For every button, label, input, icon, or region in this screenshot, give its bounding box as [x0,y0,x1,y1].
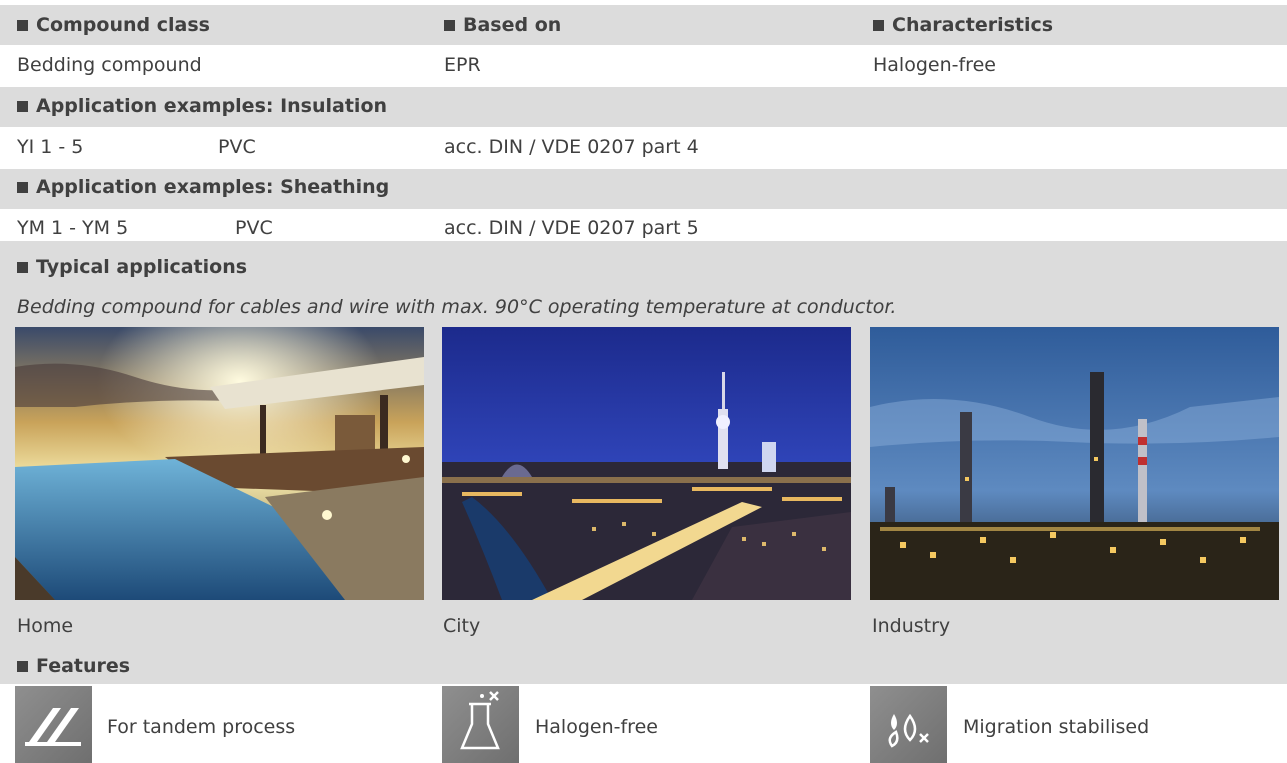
features-label: Features [36,655,131,677]
photo-caption-home: Home [17,615,74,637]
insulation-label-suffix: : Insulation [265,95,388,117]
bullet-square-icon [17,19,28,31]
photo-caption-industry: Industry [872,615,951,637]
typical-applications-description: Bedding compound for cables and wire wit… [17,296,897,318]
characteristics-header: Characteristics [873,14,1053,36]
compound-class-header: Compound class [17,14,210,36]
typical-applications-label: Typical applications [36,256,248,278]
bullet-square-icon [444,19,455,31]
sheathing-type: YM 1 - YM 5 [17,217,129,239]
typical-applications-header: Typical applications [17,256,247,278]
based-on-label: Based on [463,14,562,36]
insulation-header: Application examples: Insulation [17,95,387,117]
bullet-square-icon [17,660,28,672]
migration-drops-icon [870,686,947,763]
tandem-process-icon [15,686,92,763]
insulation-standard: acc. DIN / VDE 0207 part 4 [444,136,699,158]
halogen-free-flask-icon [442,686,519,763]
features-header: Features [17,655,130,677]
shaded-band-features [0,648,1287,684]
feature-label-halogen-free: Halogen-free [535,716,658,738]
compound-class-label: Compound class [36,14,210,36]
insulation-label-prefix: Application examples [36,95,266,117]
sheathing-header: Application examples: Sheathing [17,176,389,198]
characteristics-value: Halogen-free [873,54,996,76]
sheathing-material: PVC [235,217,273,239]
feature-label-migration: Migration stabilised [963,716,1150,738]
insulation-type: YI 1 - 5 [17,136,84,158]
bullet-square-icon [17,181,28,193]
feature-label-tandem: For tandem process [107,716,296,738]
compound-class-value: Bedding compound [17,54,202,76]
city-night-photo [442,327,851,600]
industry-plant-photo [870,327,1279,600]
based-on-value: EPR [444,54,481,76]
insulation-material: PVC [218,136,256,158]
photo-caption-city: City [443,615,481,637]
characteristics-label: Characteristics [892,14,1054,36]
sheathing-label-suffix: : Sheathing [265,176,390,198]
bullet-square-icon [873,19,884,31]
based-on-header: Based on [444,14,561,36]
bullet-square-icon [17,261,28,273]
bullet-square-icon [17,100,28,112]
home-pool-photo [15,327,424,600]
sheathing-standard: acc. DIN / VDE 0207 part 5 [444,217,699,239]
sheathing-label-prefix: Application examples [36,176,266,198]
